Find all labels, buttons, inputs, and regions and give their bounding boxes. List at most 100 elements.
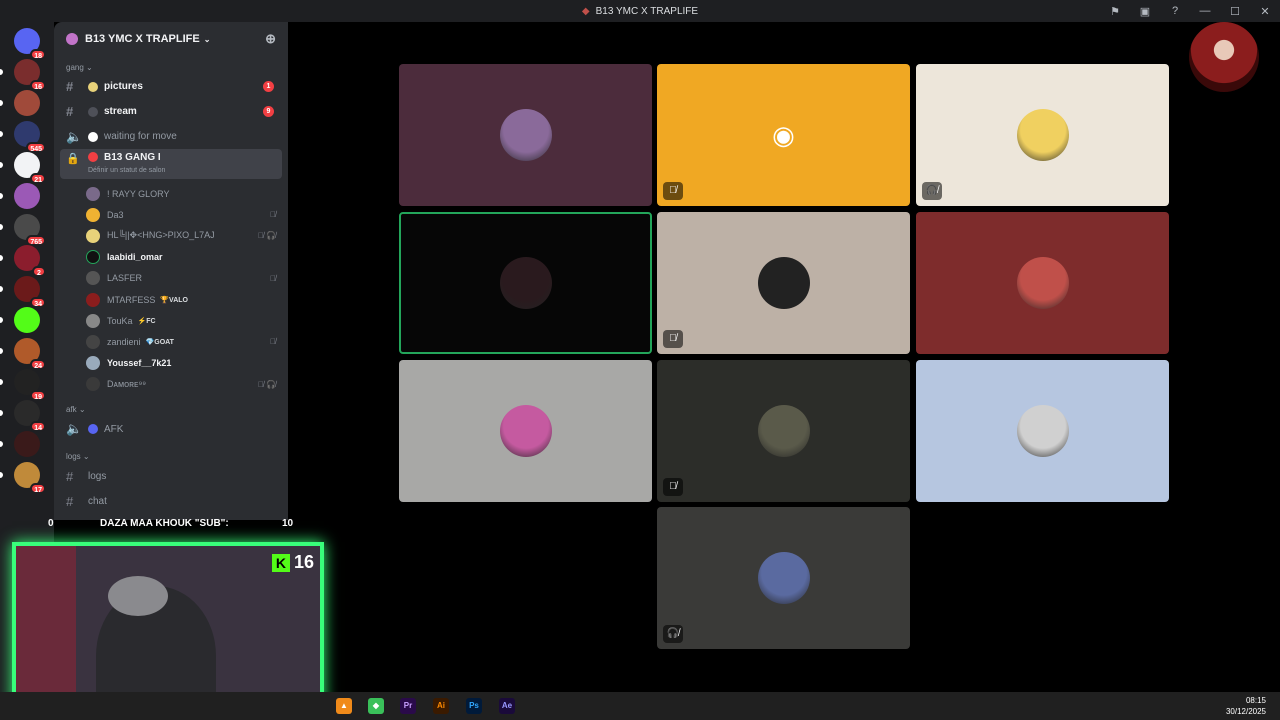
close-button[interactable]: ✕ xyxy=(1250,5,1280,18)
system-clock: 08:15 30/12/2025 xyxy=(1225,696,1266,716)
guild-header[interactable]: B13 YMC X TRAPLIFE ⌄ ⊕ xyxy=(54,22,288,56)
muted-icon: 🎙̸ xyxy=(270,273,276,283)
server-badge: 17 xyxy=(30,483,46,494)
user-name: Da3 xyxy=(107,209,124,220)
server-icon[interactable]: 2 xyxy=(14,245,46,277)
server-icon[interactable]: 765 xyxy=(14,214,46,246)
muted-icon: 🎙̸ xyxy=(663,330,683,348)
voice-user[interactable]: ! RAYY GLORY xyxy=(54,183,288,204)
user-name: MTARFESS xyxy=(107,294,156,305)
app-icon-ps[interactable]: Ps xyxy=(466,698,482,714)
muted-icon: 🎙̸ xyxy=(663,182,683,200)
screen-share-icon[interactable]: ▣ xyxy=(1130,5,1160,18)
maximize-button[interactable]: ☐ xyxy=(1220,5,1250,18)
channel-emoji-icon xyxy=(88,106,98,117)
mtarfess-avatar xyxy=(1189,22,1259,92)
voice-user[interactable]: TouKa ⚡FC xyxy=(54,310,288,331)
participant-tile[interactable]: 🎙̸ xyxy=(657,212,910,354)
participant-tile[interactable]: ◉ 🎙̸ xyxy=(657,64,910,206)
server-badge: 34 xyxy=(30,297,46,308)
category-gang[interactable]: gang ⌄ xyxy=(54,60,288,74)
participant-tile[interactable]: 🎧̸ xyxy=(916,64,1169,206)
minimize-button[interactable]: — xyxy=(1190,5,1220,17)
server-icon[interactable]: 19 xyxy=(14,369,46,401)
participant-tile[interactable]: 🎧̸ xyxy=(657,507,910,649)
server-icon: ◆ xyxy=(581,5,590,17)
channel-stream[interactable]: # stream 9 xyxy=(60,99,282,124)
channel-afk[interactable]: 🔈 AFK xyxy=(60,417,282,442)
lock-icon: 🔒 xyxy=(66,153,80,165)
app-icon-bluestacks[interactable]: ◆ xyxy=(368,698,384,714)
category-logs[interactable]: logs ⌄ xyxy=(54,450,288,464)
unread-indicator xyxy=(0,317,3,323)
avatar xyxy=(86,186,100,201)
voice-user[interactable]: Da3 🎙̸ xyxy=(54,204,288,225)
server-icon[interactable]: 18 xyxy=(14,28,46,60)
server-icon[interactable] xyxy=(14,90,40,116)
unread-indicator xyxy=(0,69,3,75)
unread-badge: 1 xyxy=(263,81,274,92)
user-tag: 🏆VALO xyxy=(160,296,188,304)
user-name: Dᴀᴍᴏʀᴇ⁹⁹ xyxy=(107,379,147,390)
user-name: LASFER xyxy=(107,273,143,284)
server-icon[interactable]: 34 xyxy=(14,276,46,308)
hash-icon: # xyxy=(66,79,74,94)
participant-tile[interactable] xyxy=(399,360,652,502)
server-icon[interactable]: 545 xyxy=(14,121,46,153)
server-icon[interactable] xyxy=(14,307,40,333)
help-icon[interactable]: ? xyxy=(1160,5,1190,17)
voice-user[interactable]: laabidi_omar xyxy=(54,247,288,268)
server-icon[interactable]: 21 xyxy=(14,152,46,184)
category-afk[interactable]: afk ⌄ xyxy=(54,403,288,417)
avatar xyxy=(757,405,810,457)
avatar xyxy=(86,313,100,328)
app-icon-vlc[interactable]: ▲ xyxy=(336,698,352,714)
participant-tile[interactable] xyxy=(399,64,652,206)
hash-icon: # xyxy=(66,493,74,509)
channel-logs[interactable]: # logs xyxy=(60,464,282,489)
server-icon[interactable]: 17 xyxy=(14,462,46,494)
channel-status[interactable]: Définir un statut de salon xyxy=(88,167,165,174)
voice-user[interactable]: HL╚||✥<HNG>PIXO_L7AJ 🎙̸ 🎧̸ xyxy=(54,225,288,246)
chevron-down-icon: ⌄ xyxy=(203,34,211,44)
participant-tile[interactable] xyxy=(399,212,652,354)
server-icon[interactable] xyxy=(14,183,40,209)
speaker-icon: 🔈 xyxy=(66,421,83,437)
app-icon-ai[interactable]: Ai xyxy=(433,698,449,714)
channel-pictures[interactable]: # pictures 1 xyxy=(60,74,282,99)
server-icon[interactable]: 14 xyxy=(14,400,46,432)
deafened-icon: 🎧̸ xyxy=(922,182,942,200)
avatar xyxy=(86,356,100,371)
hash-icon: # xyxy=(66,104,74,119)
add-member-icon[interactable]: ⊕ xyxy=(265,31,276,47)
channel-b13-gang[interactable]: 🔒 B13 GANG I Définir un statut de salon xyxy=(60,149,282,179)
muted-icon: 🎙̸ xyxy=(270,337,276,347)
sub-goal-overlay: 0 DAZA MAA KHOUK "SUB": 10 xyxy=(42,518,302,532)
avatar xyxy=(86,292,100,307)
voice-user[interactable]: Dᴀᴍᴏʀᴇ⁹⁹ 🎙̸ 🎧̸ xyxy=(54,374,288,395)
avatar xyxy=(86,228,100,243)
server-icon[interactable]: 16 xyxy=(14,59,46,91)
server-icon[interactable]: 24 xyxy=(14,338,46,370)
webcam-cap xyxy=(108,576,168,616)
speaker-icon: 🔈 xyxy=(66,128,83,144)
channel-waiting[interactable]: 🔈 waiting for move xyxy=(60,124,282,149)
avatar xyxy=(499,405,552,457)
unread-indicator xyxy=(0,162,3,168)
voice-user[interactable]: MTARFESS 🏆VALO xyxy=(54,289,288,310)
voice-stage: ◉ 🎙̸ 🎧̸ 🎙̸ 🎙̸ 🎧̸ xyxy=(288,22,1280,692)
channel-chat[interactable]: # chat xyxy=(60,489,282,514)
participant-tile[interactable] xyxy=(916,360,1169,502)
participant-tile[interactable]: 🎙̸ xyxy=(657,360,910,502)
inbox-icon[interactable]: ⚑ xyxy=(1100,5,1130,18)
app-icon-ae[interactable]: Ae xyxy=(499,698,515,714)
server-icon[interactable] xyxy=(14,431,40,457)
voice-user[interactable]: Youssef__7k21 xyxy=(54,353,288,374)
channel-emoji-icon xyxy=(88,424,98,435)
app-icon-pr[interactable]: Pr xyxy=(400,698,416,714)
user-name: Youssef__7k21 xyxy=(107,358,172,369)
participant-tile[interactable] xyxy=(916,212,1169,354)
voice-user[interactable]: LASFER 🎙̸ xyxy=(54,268,288,289)
voice-user[interactable]: zandieni 💎GOAT 🎙̸ xyxy=(54,331,288,352)
user-tag: ⚡FC xyxy=(137,317,156,325)
